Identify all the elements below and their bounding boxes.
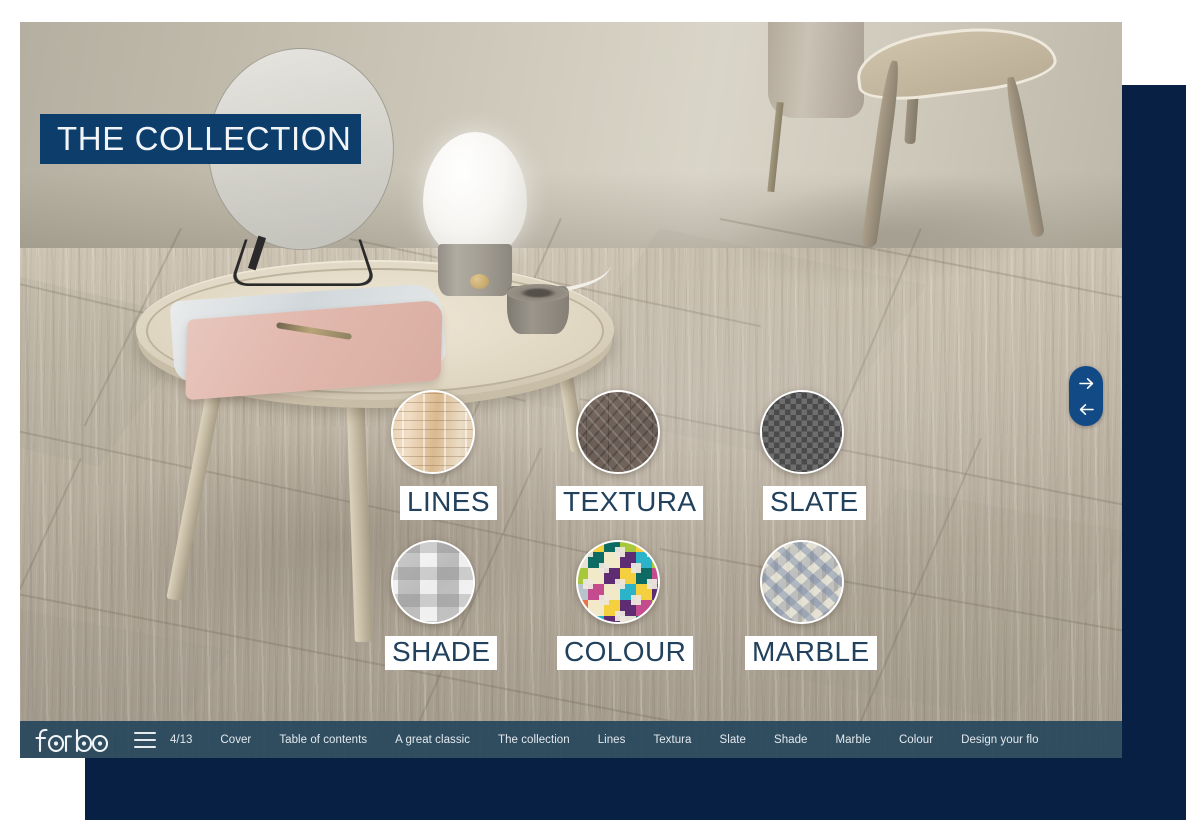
swatch-textura[interactable]: TEXTURA [556,390,704,521]
texture-lines [393,392,473,472]
toolbar-item-marble[interactable]: Marble [821,734,884,746]
swatch-shade[interactable]: SHADE [385,540,498,671]
hamburger-menu-icon[interactable] [134,731,156,748]
swatch-label: LINES [400,486,497,521]
slide-canvas[interactable]: THE COLLECTION LINES TEXTURA SLATE SHADE… [20,22,1122,758]
toolbar-item-textura[interactable]: Textura [639,734,705,746]
swatch-label: TEXTURA [556,486,704,521]
forbo-logo[interactable] [34,727,110,753]
swatch-colour[interactable]: COLOUR [557,540,694,671]
toolbar-item-shade[interactable]: Shade [760,734,822,746]
swatch-disc[interactable] [760,390,844,474]
swatch-disc[interactable] [760,540,844,624]
toolbar-item-a-great-classic[interactable]: A great classic [381,734,484,746]
swatch-disc[interactable] [576,540,660,624]
decorative-panel-right [1122,85,1186,820]
slide-navigation[interactable] [1069,366,1103,426]
toolbar-item-cover[interactable]: Cover [202,734,265,746]
bottom-toolbar: 4/13 Cover Table of contents A great cla… [20,721,1122,758]
texture-shade [393,542,473,622]
page-root: THE COLLECTION LINES TEXTURA SLATE SHADE… [0,0,1200,837]
texture-textura [578,392,658,472]
swatch-slate[interactable]: SLATE [760,390,866,521]
texture-slate [762,392,842,472]
swatch-label: MARBLE [745,636,877,671]
page-indicator: 4/13 [170,733,193,746]
texture-marble [762,542,842,622]
toolbar-item-design-your-floor[interactable]: Design your flo [947,734,1052,746]
swatch-label: SHADE [385,636,498,671]
swatch-disc[interactable] [391,540,475,624]
texture-colour [578,542,658,622]
swatch-label: COLOUR [557,636,694,671]
arrow-left-icon[interactable] [1076,399,1096,419]
toolbar-item-slate[interactable]: Slate [706,734,760,746]
swatch-lines[interactable]: LINES [391,390,497,521]
swatch-disc[interactable] [391,390,475,474]
swatch-marble[interactable]: MARBLE [745,540,877,671]
toolbar-item-lines[interactable]: Lines [584,734,640,746]
arrow-right-icon[interactable] [1076,373,1096,393]
toolbar-item-colour[interactable]: Colour [885,734,947,746]
swatch-grid: LINES TEXTURA SLATE SHADE COLOUR MARBLE [20,22,1122,758]
swatch-label: SLATE [763,486,866,521]
toolbar-item-table-of-contents[interactable]: Table of contents [265,734,381,746]
toolbar-item-the-collection[interactable]: The collection [484,734,584,746]
swatch-disc[interactable] [576,390,660,474]
decorative-panel-bottom [85,757,1186,820]
